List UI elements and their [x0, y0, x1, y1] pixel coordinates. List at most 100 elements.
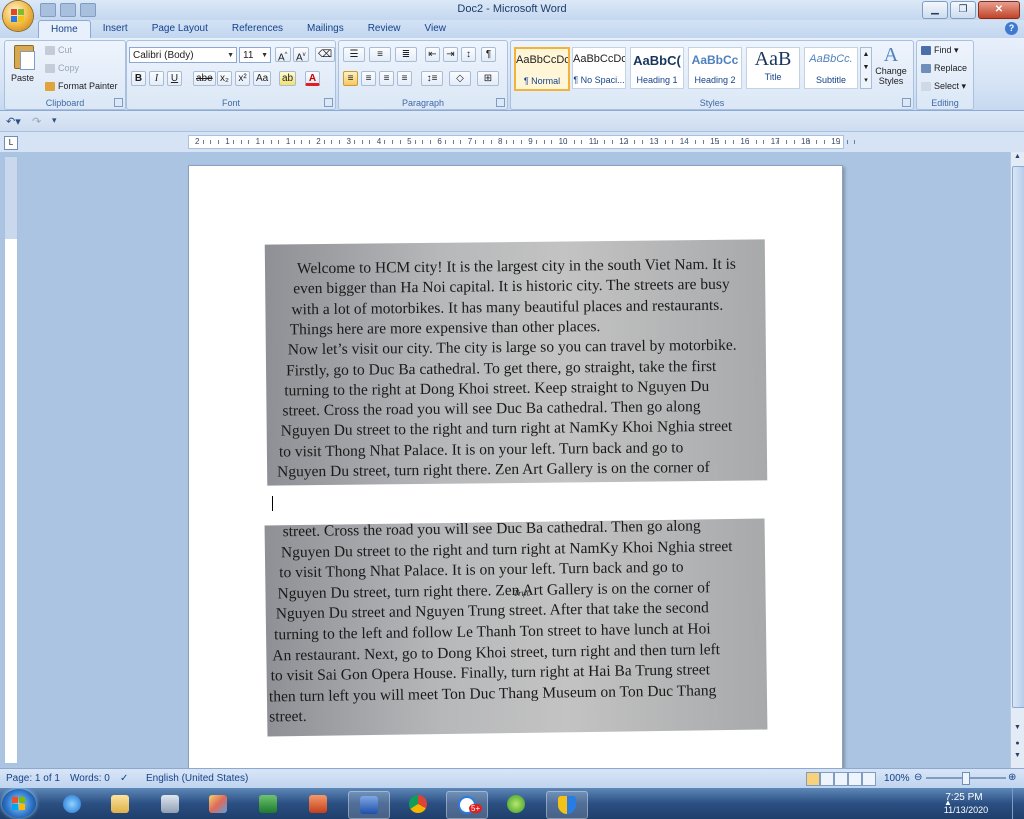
clock-date[interactable]: 11/13/2020: [934, 805, 998, 815]
paragraph-launcher-icon[interactable]: [496, 98, 505, 107]
style-heading-1[interactable]: AaBbC( Heading 1: [630, 47, 684, 89]
superscript-button[interactable]: x²: [235, 71, 250, 86]
change-styles-button[interactable]: A Change Styles: [874, 44, 908, 90]
outline-view-icon[interactable]: [848, 772, 862, 786]
office-button[interactable]: [3, 1, 33, 31]
print-layout-view-icon[interactable]: [806, 772, 820, 786]
multilevel-list-button[interactable]: ≣: [395, 47, 417, 62]
redo-icon[interactable]: ↷: [32, 115, 41, 128]
scroll-up-icon[interactable]: ▲: [1012, 153, 1023, 160]
start-button[interactable]: [2, 789, 36, 818]
style-normal[interactable]: AaBbCcDc ¶ Normal: [514, 47, 570, 91]
language-indicator[interactable]: English (United States): [146, 773, 248, 784]
clipboard-launcher-icon[interactable]: [114, 98, 123, 107]
word-count[interactable]: Words: 0: [70, 773, 110, 784]
tab-page-layout[interactable]: Page Layout: [140, 20, 220, 38]
show-marks-button[interactable]: ¶: [481, 47, 496, 62]
taskbar-explorer[interactable]: [100, 791, 140, 817]
tab-review[interactable]: Review: [356, 20, 413, 38]
clear-formatting-button[interactable]: ⌫: [315, 47, 336, 62]
font-size-combo[interactable]: 11 ▼: [239, 47, 271, 63]
undo-icon[interactable]: [60, 3, 76, 17]
scrollbar-thumb[interactable]: [1012, 166, 1024, 708]
align-left-button[interactable]: ≡: [343, 71, 358, 86]
shrink-font-button[interactable]: Av: [293, 47, 309, 63]
align-right-button[interactable]: ≡: [379, 71, 394, 86]
taskbar-ie[interactable]: [52, 791, 92, 817]
grow-font-button[interactable]: A^: [275, 47, 291, 63]
document-page[interactable]: Welcome to HCM city! It is the largest c…: [188, 165, 843, 770]
font-launcher-icon[interactable]: [324, 98, 333, 107]
decrease-indent-button[interactable]: ⇤: [425, 47, 440, 62]
zoom-out-icon[interactable]: ⊖: [914, 772, 922, 783]
inserted-photo-1[interactable]: Welcome to HCM city! It is the largest c…: [264, 239, 768, 486]
style-heading-2[interactable]: AaBbCc Heading 2: [688, 47, 742, 89]
copy-button[interactable]: Copy: [45, 63, 79, 74]
draft-view-icon[interactable]: [862, 772, 876, 786]
increase-indent-button[interactable]: ⇥: [443, 47, 458, 62]
taskbar-chrome[interactable]: [398, 791, 438, 817]
scroll-down-icon[interactable]: ▼: [1012, 724, 1023, 731]
undo-icon[interactable]: ↶▾: [6, 115, 21, 128]
align-center-button[interactable]: ≡: [361, 71, 376, 86]
paste-icon[interactable]: [11, 43, 37, 71]
style-no-spacing[interactable]: AaBbCcDc ¶ No Spaci...: [572, 47, 626, 89]
styles-launcher-icon[interactable]: [902, 98, 911, 107]
show-desktop-button[interactable]: [1012, 788, 1024, 819]
customize-toolbar-icon[interactable]: ▾: [52, 115, 57, 126]
clock-time[interactable]: 7:25 PM: [934, 792, 994, 803]
replace-button[interactable]: Replace: [921, 63, 967, 74]
borders-button[interactable]: ⊞: [477, 71, 499, 86]
taskbar-word[interactable]: [348, 791, 390, 819]
style-title[interactable]: AaB Title: [746, 47, 800, 89]
sort-button[interactable]: ↕: [461, 47, 476, 62]
shading-button[interactable]: ◇: [449, 71, 471, 86]
font-color-button[interactable]: A: [305, 71, 320, 86]
highlight-button[interactable]: ab: [279, 71, 297, 86]
line-spacing-button[interactable]: ↕≡: [421, 71, 443, 86]
browse-object-icon[interactable]: ●: [1012, 740, 1023, 747]
minimize-button[interactable]: ▁: [922, 1, 948, 19]
styles-gallery-scroll[interactable]: ▲ ▼ ▾: [860, 47, 872, 89]
select-button[interactable]: Select ▾: [921, 81, 966, 92]
taskbar-app-green[interactable]: [496, 791, 536, 817]
close-button[interactable]: ✕: [978, 1, 1020, 19]
restore-button[interactable]: ❐: [950, 1, 976, 19]
taskbar-zalo[interactable]: 5+: [446, 791, 488, 819]
cut-button[interactable]: Cut: [45, 45, 72, 56]
vertical-ruler[interactable]: [4, 156, 18, 764]
tab-selector-button[interactable]: L: [4, 136, 18, 150]
italic-button[interactable]: I: [149, 71, 164, 86]
taskbar-paint[interactable]: [198, 791, 238, 817]
underline-button[interactable]: U: [167, 71, 182, 86]
font-name-combo[interactable]: Calibri (Body) ▼: [129, 47, 237, 63]
strikethrough-button[interactable]: abe: [193, 71, 216, 86]
format-painter-button[interactable]: Format Painter: [45, 81, 118, 92]
taskbar-security[interactable]: [546, 791, 588, 819]
tab-mailings[interactable]: Mailings: [295, 20, 356, 38]
numbering-button[interactable]: ≡: [369, 47, 391, 62]
zoom-in-icon[interactable]: ⊕: [1008, 772, 1016, 783]
bold-button[interactable]: B: [131, 71, 146, 86]
zoom-slider-thumb[interactable]: [962, 772, 970, 785]
bullets-button[interactable]: ☰: [343, 47, 365, 62]
web-layout-view-icon[interactable]: [834, 772, 848, 786]
full-screen-view-icon[interactable]: [820, 772, 834, 786]
subscript-button[interactable]: x₂: [217, 71, 232, 86]
proofing-icon[interactable]: ✓: [120, 773, 128, 784]
paste-button[interactable]: Paste: [11, 73, 34, 83]
save-icon[interactable]: [40, 3, 56, 17]
find-button[interactable]: Find ▾: [921, 45, 959, 56]
tab-references[interactable]: References: [220, 20, 295, 38]
page-count[interactable]: Page: 1 of 1: [6, 773, 60, 784]
tab-view[interactable]: View: [413, 20, 459, 38]
taskbar-excel[interactable]: [248, 791, 288, 817]
style-subtitle[interactable]: AaBbCc. Subtitle: [804, 47, 858, 89]
help-icon[interactable]: ?: [1005, 22, 1018, 35]
justify-button[interactable]: ≡: [397, 71, 412, 86]
tab-insert[interactable]: Insert: [91, 20, 140, 38]
vertical-scrollbar[interactable]: ▲ ▼ ● ▼: [1010, 152, 1024, 768]
taskbar-powerpoint[interactable]: [298, 791, 338, 817]
taskbar-calculator[interactable]: [150, 791, 190, 817]
next-page-icon[interactable]: ▼: [1012, 752, 1023, 759]
